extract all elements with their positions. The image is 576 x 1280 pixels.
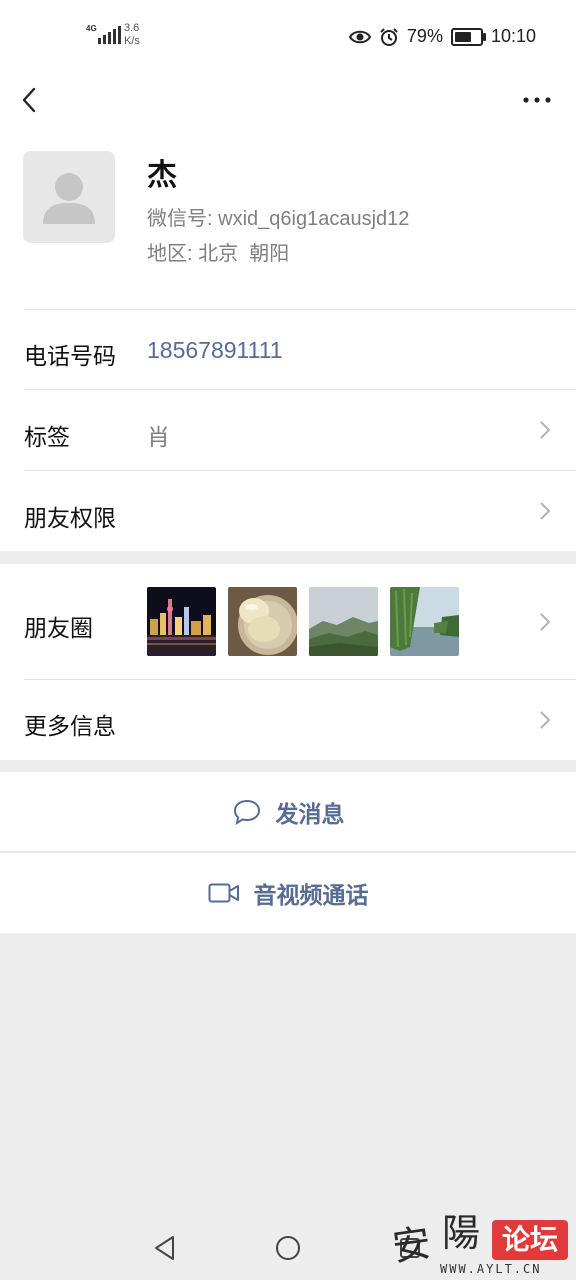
watermark-badge: 论坛 xyxy=(492,1220,568,1260)
network-type: 4G xyxy=(86,24,97,33)
tags-row[interactable]: 标签 肖 xyxy=(0,390,576,471)
region-label: 地区: xyxy=(147,243,193,265)
more-dots-icon[interactable] xyxy=(522,86,552,114)
top-bar xyxy=(0,72,576,128)
nav-back-icon[interactable] xyxy=(152,1234,178,1262)
chevron-right-icon xyxy=(540,613,551,631)
nav-home-icon[interactable] xyxy=(275,1235,301,1261)
mountain-landscape-photo xyxy=(309,587,378,656)
watermark-url: WWW.AYLT.CN xyxy=(440,1262,542,1276)
alarm-icon xyxy=(380,27,398,46)
phone-row: 电话号码 18567891111 xyxy=(0,310,576,390)
profile-card: 杰 微信号: wxid_q6ig1acausjd12 地区: 北京 朝阳 xyxy=(0,128,576,310)
video-call-label: 音视频通话 xyxy=(253,882,369,908)
avatar[interactable] xyxy=(23,151,115,243)
signal-icon: 4G xyxy=(86,24,121,46)
battery-icon xyxy=(450,27,486,46)
status-bar: 4G 3.6 K/s 79% 10:10 xyxy=(0,0,576,72)
watermark-char: 安 xyxy=(389,1220,434,1270)
wechat-id-value: wxid_q6ig1acausjd12 xyxy=(218,208,410,230)
battery-percent: 79% xyxy=(406,26,443,46)
default-user-icon xyxy=(43,173,95,224)
wechat-id-label: 微信号: xyxy=(147,208,213,230)
chevron-right-icon xyxy=(540,421,551,439)
moments-row[interactable]: 朋友圈 xyxy=(0,564,576,680)
chevron-right-icon xyxy=(540,502,551,520)
watermark-char: 陽 xyxy=(442,1211,481,1255)
net-speed: 3.6 K/s xyxy=(124,22,140,47)
moments-label: 朋友圈 xyxy=(24,615,93,641)
wechat-id: 微信号: wxid_q6ig1acausjd12 xyxy=(147,202,409,231)
region-value: 北京 朝阳 xyxy=(198,243,290,265)
video-camera-icon xyxy=(208,883,239,903)
send-message-button[interactable]: 发消息 xyxy=(0,772,576,852)
phone-label: 电话号码 xyxy=(24,343,116,369)
willow-lake-photo xyxy=(390,587,459,656)
more-info-label: 更多信息 xyxy=(24,713,116,739)
more-info-row[interactable]: 更多信息 xyxy=(0,680,576,760)
video-call-button[interactable]: 音视频通话 xyxy=(0,853,576,933)
battery-fill xyxy=(454,31,471,42)
phone-number[interactable]: 18567891111 xyxy=(147,337,283,364)
permissions-row[interactable]: 朋友权限 xyxy=(0,471,576,551)
back-arrow-icon[interactable] xyxy=(16,80,44,120)
site-watermark: 安 陽 论坛 WWW.AYLT.CN xyxy=(390,1206,576,1278)
eye-icon xyxy=(348,30,371,43)
city-night-photo xyxy=(147,587,216,656)
tags-value: 肖 xyxy=(147,424,170,450)
divider xyxy=(0,851,576,852)
permissions-label: 朋友权限 xyxy=(24,505,116,531)
status-right: 79% 10:10 xyxy=(348,26,536,47)
region: 地区: 北京 朝阳 xyxy=(147,237,289,266)
clock: 10:10 xyxy=(490,26,536,46)
tags-label: 标签 xyxy=(24,424,70,450)
food-bowl-photo xyxy=(228,587,297,656)
chevron-right-icon xyxy=(540,711,551,729)
send-message-label: 发消息 xyxy=(275,801,345,827)
contact-name: 杰 xyxy=(147,159,177,192)
chat-bubble-icon xyxy=(233,799,260,826)
